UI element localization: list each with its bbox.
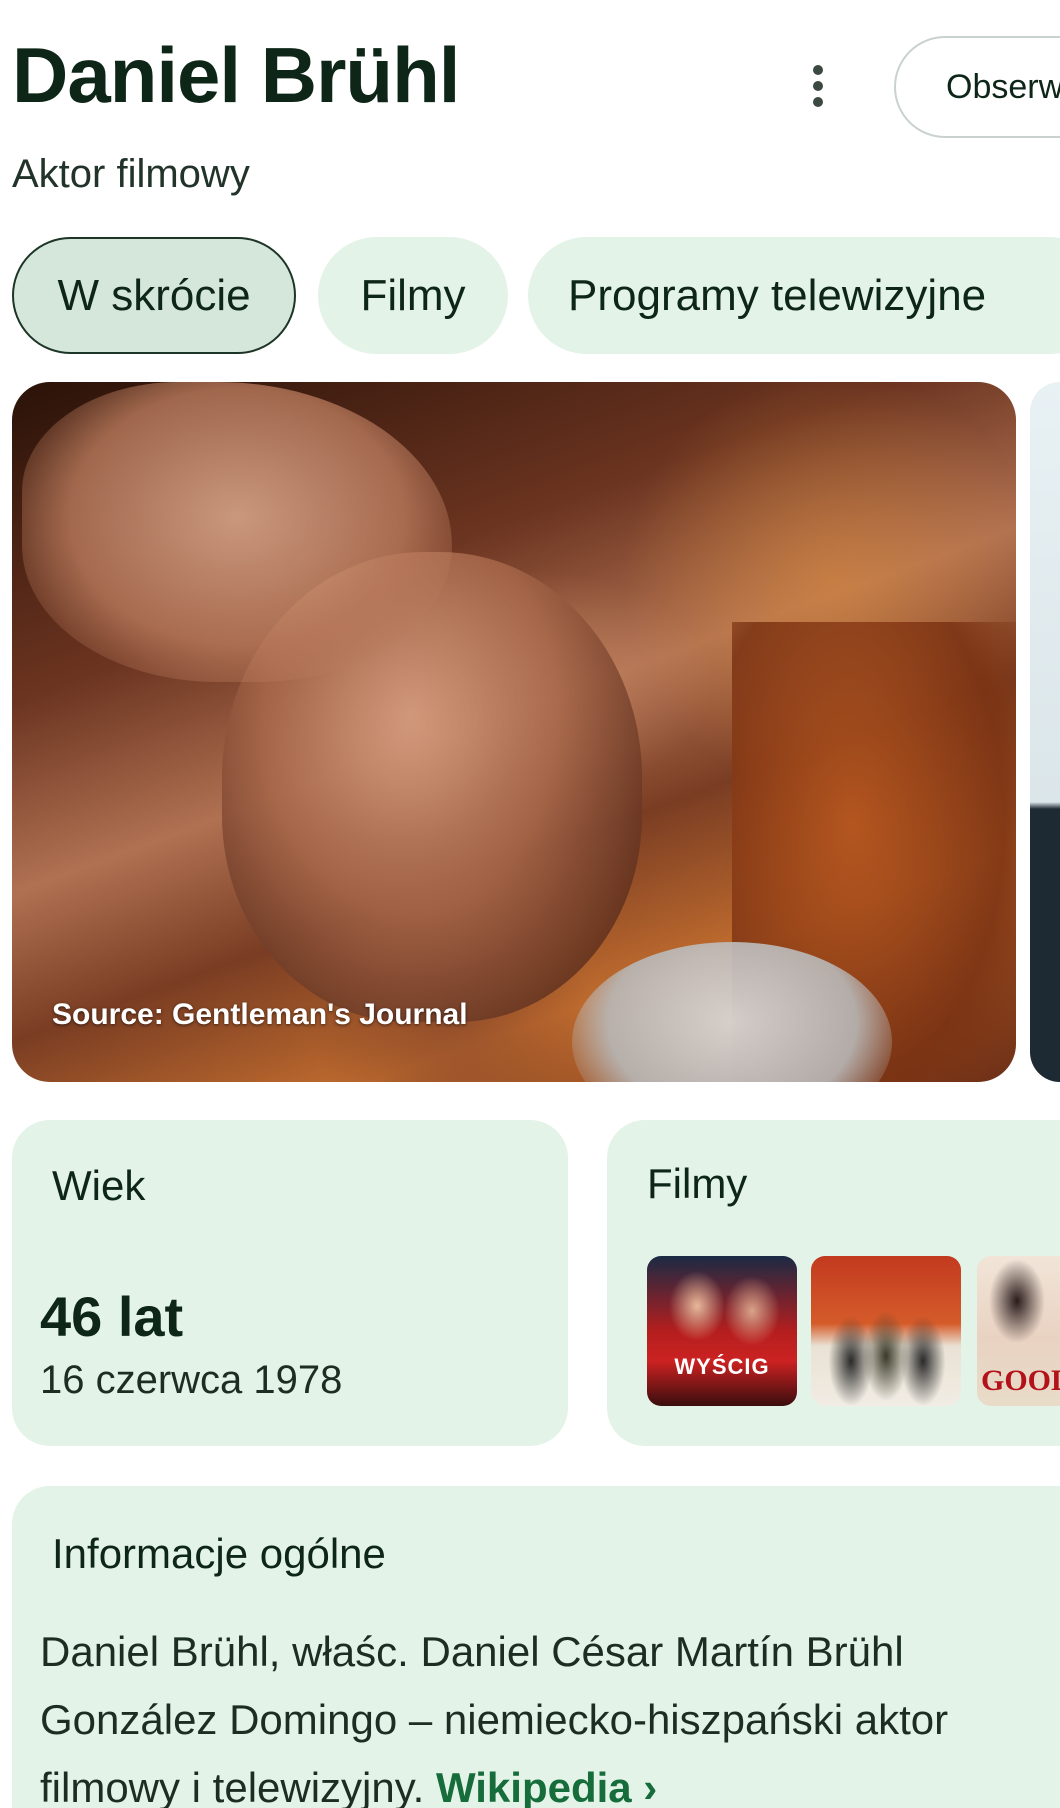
more-vert-icon-dot (813, 81, 823, 91)
entity-subtitle: Aktor filmowy (12, 152, 250, 196)
next-image-preview[interactable] (1030, 382, 1060, 1082)
overview-card-label: Informacje ogólne (52, 1530, 386, 1577)
more-options-button[interactable] (790, 58, 846, 114)
hero-image[interactable] (12, 382, 1016, 1082)
tab-tv-shows[interactable]: Programy telewizyjne (528, 237, 1060, 354)
wikipedia-link[interactable]: Wikipedia › (436, 1764, 657, 1808)
follow-button[interactable]: Obserwuj (894, 36, 1060, 138)
film-poster-title: GOOD (981, 1364, 1060, 1397)
knowledge-panel: Daniel Brühl Obserwuj Aktor filmowy W sk… (0, 0, 1060, 1808)
age-value: 46 lat (40, 1285, 184, 1348)
overview-text: Daniel Brühl, właśc. Daniel César Martín… (40, 1618, 1060, 1808)
film-poster[interactable]: GOOD (977, 1256, 1060, 1406)
hero-image-hand (22, 382, 452, 682)
age-card-label: Wiek (52, 1162, 146, 1209)
tab-films[interactable]: Filmy (318, 237, 508, 354)
more-vert-icon-dot (813, 97, 823, 107)
more-vert-icon (813, 65, 823, 75)
film-poster[interactable]: WYŚCIG (647, 1256, 797, 1406)
page-title: Daniel Brühl (12, 31, 460, 119)
film-poster[interactable] (811, 1256, 961, 1406)
tab-overview[interactable]: W skrócie (12, 237, 296, 354)
films-card-label: Filmy (647, 1160, 748, 1207)
film-poster-title: WYŚCIG (674, 1354, 770, 1379)
image-source-caption: Source: Gentleman's Journal (52, 998, 468, 1031)
birth-date: 16 czerwca 1978 (40, 1358, 343, 1402)
